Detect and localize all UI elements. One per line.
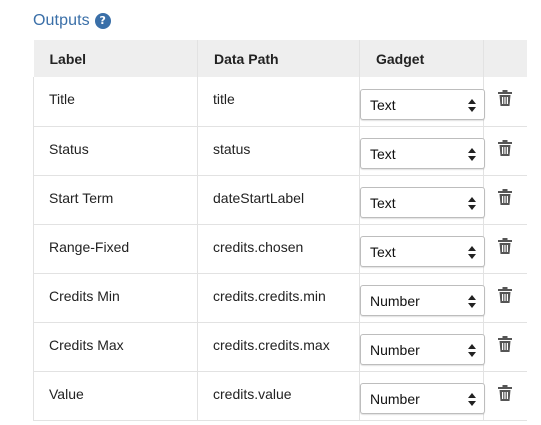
question-circle-icon[interactable]: ? — [94, 13, 111, 29]
table-header-row: Label Data Path Gadget — [33, 40, 527, 77]
row-gadget-cell: Number — [359, 273, 485, 323]
row-delete-cell — [483, 224, 527, 274]
row-delete-cell — [483, 77, 527, 127]
row-data-path: dateStartLabel — [197, 175, 360, 225]
row-data-path: credits.chosen — [197, 224, 360, 274]
header-label: Label — [33, 40, 198, 77]
table-row: Value credits.value Number — [33, 371, 527, 421]
table-row: Title title Text — [33, 77, 527, 127]
gadget-select-value: Number — [370, 342, 420, 358]
row-data-path: credits.credits.max — [197, 322, 360, 372]
table-row: Credits Max credits.credits.max Number — [33, 322, 527, 372]
row-gadget-cell: Text — [359, 224, 485, 274]
gadget-select-value: Text — [370, 146, 396, 162]
row-delete-cell — [483, 371, 527, 421]
row-label: Credits Min — [33, 273, 198, 323]
row-label: Status — [33, 126, 198, 176]
row-delete-cell — [483, 273, 527, 323]
outputs-title: Outputs — [33, 12, 90, 29]
row-data-path: credits.credits.min — [197, 273, 360, 323]
row-gadget-cell: Text — [359, 175, 485, 225]
row-label: Range-Fixed — [33, 224, 198, 274]
gadget-select-value: Text — [370, 244, 396, 260]
row-data-path: credits.value — [197, 371, 360, 421]
sort-arrows-icon — [468, 295, 476, 308]
gadget-select[interactable]: Text — [360, 88, 485, 120]
gadget-select-value: Text — [370, 195, 396, 211]
sort-arrows-icon — [468, 197, 476, 210]
gadget-select[interactable]: Text — [360, 138, 485, 169]
row-delete-cell — [483, 322, 527, 372]
row-gadget-cell: Number — [359, 322, 485, 372]
header-data-path: Data Path — [197, 40, 360, 77]
row-gadget-cell: Text — [359, 126, 485, 176]
sort-arrows-icon — [468, 148, 476, 161]
row-gadget-cell: Text — [359, 77, 485, 127]
trash-icon[interactable] — [498, 188, 513, 205]
row-data-path: status — [197, 126, 360, 176]
gadget-select[interactable]: Text — [360, 187, 485, 218]
gadget-select[interactable]: Number — [360, 383, 485, 414]
outputs-heading: Outputs ? — [33, 11, 111, 31]
table-row: Start Term dateStartLabel Text — [33, 175, 527, 225]
row-delete-cell — [483, 126, 527, 176]
trash-icon[interactable] — [498, 139, 513, 156]
row-data-path: title — [197, 77, 360, 127]
row-label: Credits Max — [33, 322, 198, 372]
table-row: Credits Min credits.credits.min Number — [33, 273, 527, 323]
trash-icon[interactable] — [498, 384, 513, 401]
trash-icon[interactable] — [498, 286, 513, 303]
table-row: Status status Text — [33, 126, 527, 176]
header-gadget: Gadget — [359, 40, 484, 77]
gadget-select-value: Number — [370, 293, 420, 309]
sort-arrows-icon — [468, 393, 476, 406]
outputs-panel: Outputs ? Label Data Path Gadget Title t… — [0, 0, 541, 425]
gadget-select-value: Number — [370, 391, 420, 407]
row-delete-cell — [483, 175, 527, 225]
row-label: Value — [33, 371, 198, 421]
row-label: Title — [33, 77, 198, 127]
sort-arrows-icon — [468, 344, 476, 357]
gadget-select[interactable]: Number — [360, 334, 485, 365]
sort-arrows-icon — [468, 98, 476, 112]
gadget-select[interactable]: Number — [360, 285, 485, 316]
trash-icon[interactable] — [498, 237, 513, 254]
gadget-select-value: Text — [370, 96, 396, 113]
gadget-select[interactable]: Text — [360, 236, 485, 267]
table-row: Range-Fixed credits.chosen Text — [33, 224, 527, 274]
outputs-table: Label Data Path Gadget Title title Text — [33, 40, 527, 421]
sort-arrows-icon — [468, 246, 476, 259]
trash-icon[interactable] — [498, 335, 513, 352]
row-gadget-cell: Number — [359, 371, 485, 421]
header-actions — [483, 40, 527, 77]
row-label: Start Term — [33, 175, 198, 225]
trash-icon[interactable] — [498, 90, 513, 107]
